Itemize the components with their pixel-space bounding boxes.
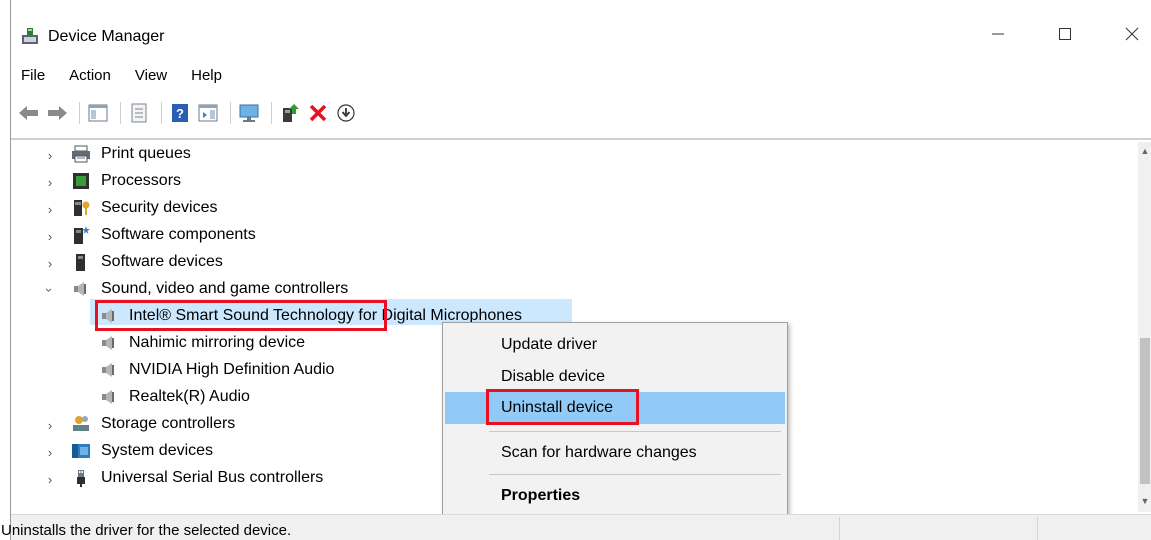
tree-item-software-components[interactable]: › Software components — [11, 223, 611, 249]
toolbar-border — [11, 138, 1151, 140]
properties-icon — [131, 103, 147, 123]
update-driver-icon — [283, 104, 299, 122]
vertical-scrollbar[interactable]: ▲ ▼ — [1138, 142, 1151, 512]
chevron-right-icon[interactable]: › — [45, 202, 55, 217]
tree-item-print-queues[interactable]: › Print queues — [11, 142, 611, 168]
menu-action[interactable]: Action — [69, 64, 111, 90]
context-menu-update-driver[interactable]: Update driver — [445, 329, 785, 361]
action-pane-icon — [198, 104, 218, 122]
chevron-right-icon[interactable]: › — [45, 418, 55, 433]
title-bar: Device Manager — [11, 0, 1151, 62]
show-hide-console-tree-button[interactable] — [86, 101, 110, 125]
toolbar-separator — [271, 102, 272, 124]
tree-item-label: NVIDIA High Definition Audio — [129, 361, 335, 378]
context-menu-separator — [489, 474, 781, 475]
annotation-highlight-box — [486, 389, 639, 425]
usb-icon — [77, 470, 85, 487]
speaker-icon — [102, 336, 114, 350]
menu-file[interactable]: File — [21, 64, 45, 90]
tree-item-label: Software devices — [101, 253, 223, 270]
processor-icon — [73, 173, 89, 189]
forward-arrow-icon — [48, 106, 67, 120]
device-manager-window: Device Manager File Action View Help ? ›… — [1, 0, 1151, 540]
device-manager-app-icon — [22, 28, 38, 44]
speaker-icon — [74, 282, 86, 296]
menu-view[interactable]: View — [135, 64, 167, 90]
uninstall-icon — [309, 104, 327, 122]
tree-item-label: Software components — [101, 226, 256, 243]
tree-item-label: Print queues — [101, 145, 191, 162]
tree-item-label: Security devices — [101, 199, 218, 216]
back-button[interactable] — [17, 101, 41, 125]
tree-item-software-devices[interactable]: › Software devices — [11, 250, 611, 276]
tree-item-security-devices[interactable]: › Security devices — [11, 196, 611, 222]
tree-item-label: Storage controllers — [101, 415, 236, 432]
chevron-right-icon[interactable]: › — [45, 175, 55, 190]
maximize-icon — [1059, 28, 1071, 40]
system-device-icon — [72, 444, 90, 458]
show-hide-console-tree-icon — [88, 104, 108, 122]
minimize-icon — [992, 33, 1004, 35]
status-divider — [1037, 517, 1038, 540]
chevron-down-icon[interactable]: › — [43, 285, 58, 295]
tree-item-label: Processors — [101, 172, 182, 189]
chevron-right-icon[interactable]: › — [45, 472, 55, 487]
install-button[interactable] — [334, 101, 358, 125]
software-device-icon — [76, 254, 85, 271]
toolbar-separator — [161, 102, 162, 124]
printer-icon — [72, 145, 90, 163]
back-arrow-icon — [19, 106, 38, 120]
uninstall-button[interactable] — [306, 101, 330, 125]
speaker-icon — [102, 363, 114, 377]
chevron-right-icon[interactable]: › — [45, 148, 55, 163]
help-icon: ? — [172, 104, 188, 122]
toolbar-separator — [120, 102, 121, 124]
tree-item-label: Sound, video and game controllers — [101, 280, 349, 297]
software-component-icon — [74, 226, 90, 244]
chevron-right-icon[interactable]: › — [45, 445, 55, 460]
tree-item-label: Universal Serial Bus controllers — [101, 469, 324, 486]
security-device-icon — [74, 200, 90, 216]
toolbar-separator — [79, 102, 80, 124]
update-driver-button[interactable] — [278, 101, 302, 125]
install-icon — [337, 104, 355, 122]
scroll-up-icon[interactable]: ▲ — [1138, 146, 1151, 158]
scrollbar-thumb[interactable] — [1140, 338, 1150, 484]
status-divider — [839, 517, 840, 540]
menu-bar: File Action View Help — [11, 64, 236, 90]
tree-item-label: Realtek(R) Audio — [129, 388, 250, 405]
scroll-down-icon[interactable]: ▼ — [1138, 496, 1151, 508]
toolbar-separator — [230, 102, 231, 124]
tree-item-processors[interactable]: › Processors — [11, 169, 611, 195]
monitor-icon — [239, 104, 259, 122]
tree-item-label: Nahimic mirroring device — [129, 334, 306, 351]
context-menu-properties[interactable]: Properties — [445, 480, 785, 512]
properties-button[interactable] — [127, 101, 151, 125]
annotation-highlight-box — [95, 300, 387, 331]
context-menu-separator — [489, 431, 781, 432]
help-button[interactable]: ? — [168, 101, 192, 125]
action-pane-button[interactable] — [196, 101, 220, 125]
maximize-button[interactable] — [1042, 14, 1088, 54]
close-icon — [1125, 27, 1139, 41]
chevron-right-icon[interactable]: › — [45, 229, 55, 244]
context-menu-scan-hardware[interactable]: Scan for hardware changes — [445, 437, 785, 469]
context-menu: Update driver Disable device Uninstall d… — [442, 322, 788, 518]
toolbar: ? — [11, 96, 1151, 130]
window-title: Device Manager — [48, 28, 165, 45]
menu-help[interactable]: Help — [191, 64, 222, 90]
speaker-icon — [102, 390, 114, 404]
storage-icon — [73, 416, 89, 431]
status-text: Uninstalls the driver for the selected d… — [1, 522, 292, 539]
status-bar: Uninstalls the driver for the selected d… — [1, 514, 1151, 540]
svg-text:?: ? — [176, 106, 184, 121]
tree-item-label: System devices — [101, 442, 214, 459]
monitor-button[interactable] — [237, 101, 261, 125]
chevron-right-icon[interactable]: › — [45, 256, 55, 271]
minimize-button[interactable] — [975, 14, 1021, 54]
forward-button[interactable] — [45, 101, 69, 125]
close-button[interactable] — [1109, 14, 1151, 54]
